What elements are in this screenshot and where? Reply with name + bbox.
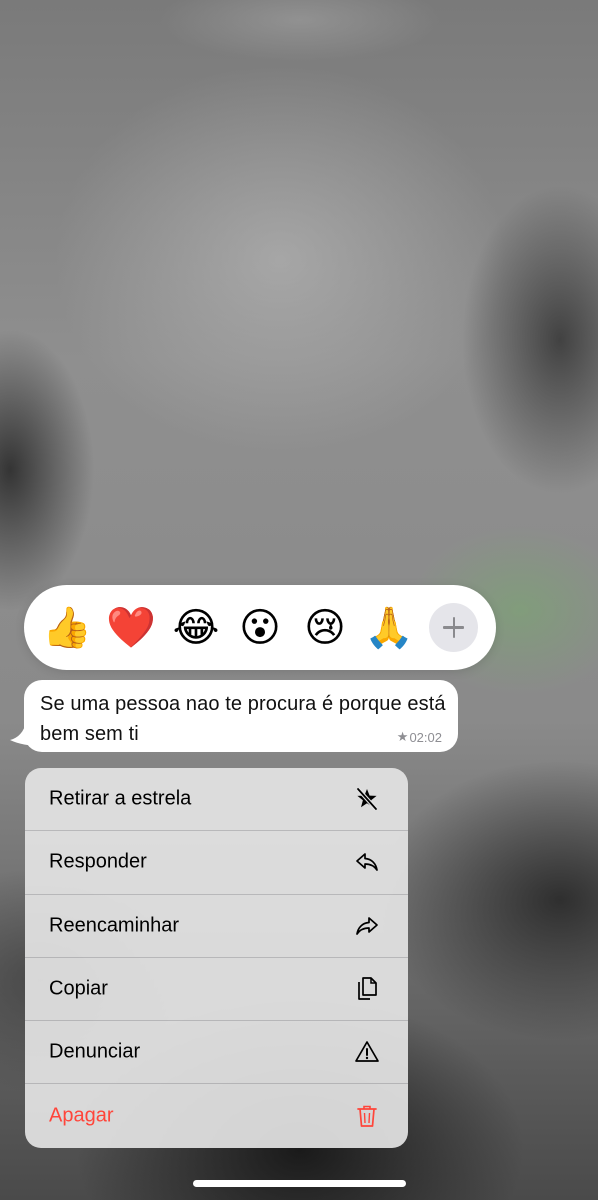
- reaction-bar: 👍 ❤️ 😂 😮 😢 🙏: [24, 585, 496, 670]
- warning-icon: [355, 1041, 379, 1063]
- menu-item-label: Denunciar: [49, 1040, 141, 1063]
- menu-item-label: Copiar: [49, 977, 108, 1000]
- trash-icon: [357, 1105, 377, 1127]
- message-bubble[interactable]: Se uma pessoa nao te procura é porque es…: [24, 680, 458, 752]
- menu-item-delete[interactable]: Apagar: [25, 1084, 408, 1147]
- starred-star-icon: ★: [396, 729, 409, 744]
- forward-icon: [356, 916, 378, 935]
- more-reactions-plus-icon[interactable]: [429, 603, 478, 652]
- reaction-crying[interactable]: 😢: [302, 605, 348, 651]
- unstar-icon: [356, 787, 378, 811]
- menu-item-copy[interactable]: Copiar: [25, 958, 408, 1022]
- reaction-laughing[interactable]: 😂: [173, 605, 220, 651]
- menu-item-forward[interactable]: Reencaminhar: [25, 895, 408, 958]
- copy-icon: [358, 977, 377, 1000]
- home-indicator[interactable]: [193, 1180, 406, 1187]
- menu-item-reply[interactable]: Responder: [25, 831, 408, 895]
- reaction-surprised[interactable]: 😮: [237, 605, 283, 651]
- message-time: 02:02: [409, 729, 442, 745]
- reaction-thumbs-up[interactable]: 👍: [42, 605, 92, 651]
- reply-icon: [356, 853, 378, 872]
- menu-item-label: Retirar a estrela: [49, 787, 192, 810]
- menu-item-unstar[interactable]: Retirar a estrela: [25, 768, 408, 832]
- message-text: Se uma pessoa nao te procura é porque es…: [40, 693, 446, 745]
- menu-item-label: Reencaminhar: [49, 914, 180, 937]
- reaction-praying-hands[interactable]: 🙏: [364, 605, 414, 651]
- menu-item-report[interactable]: Denunciar: [25, 1021, 408, 1085]
- reaction-heart[interactable]: ❤️: [106, 605, 156, 651]
- menu-item-label: Responder: [49, 850, 147, 873]
- message-context-menu: Retirar a estrela Responder Reencaminhar…: [25, 768, 408, 1148]
- message-meta: ★ 02:02: [397, 729, 442, 745]
- menu-item-label: Apagar: [49, 1104, 114, 1127]
